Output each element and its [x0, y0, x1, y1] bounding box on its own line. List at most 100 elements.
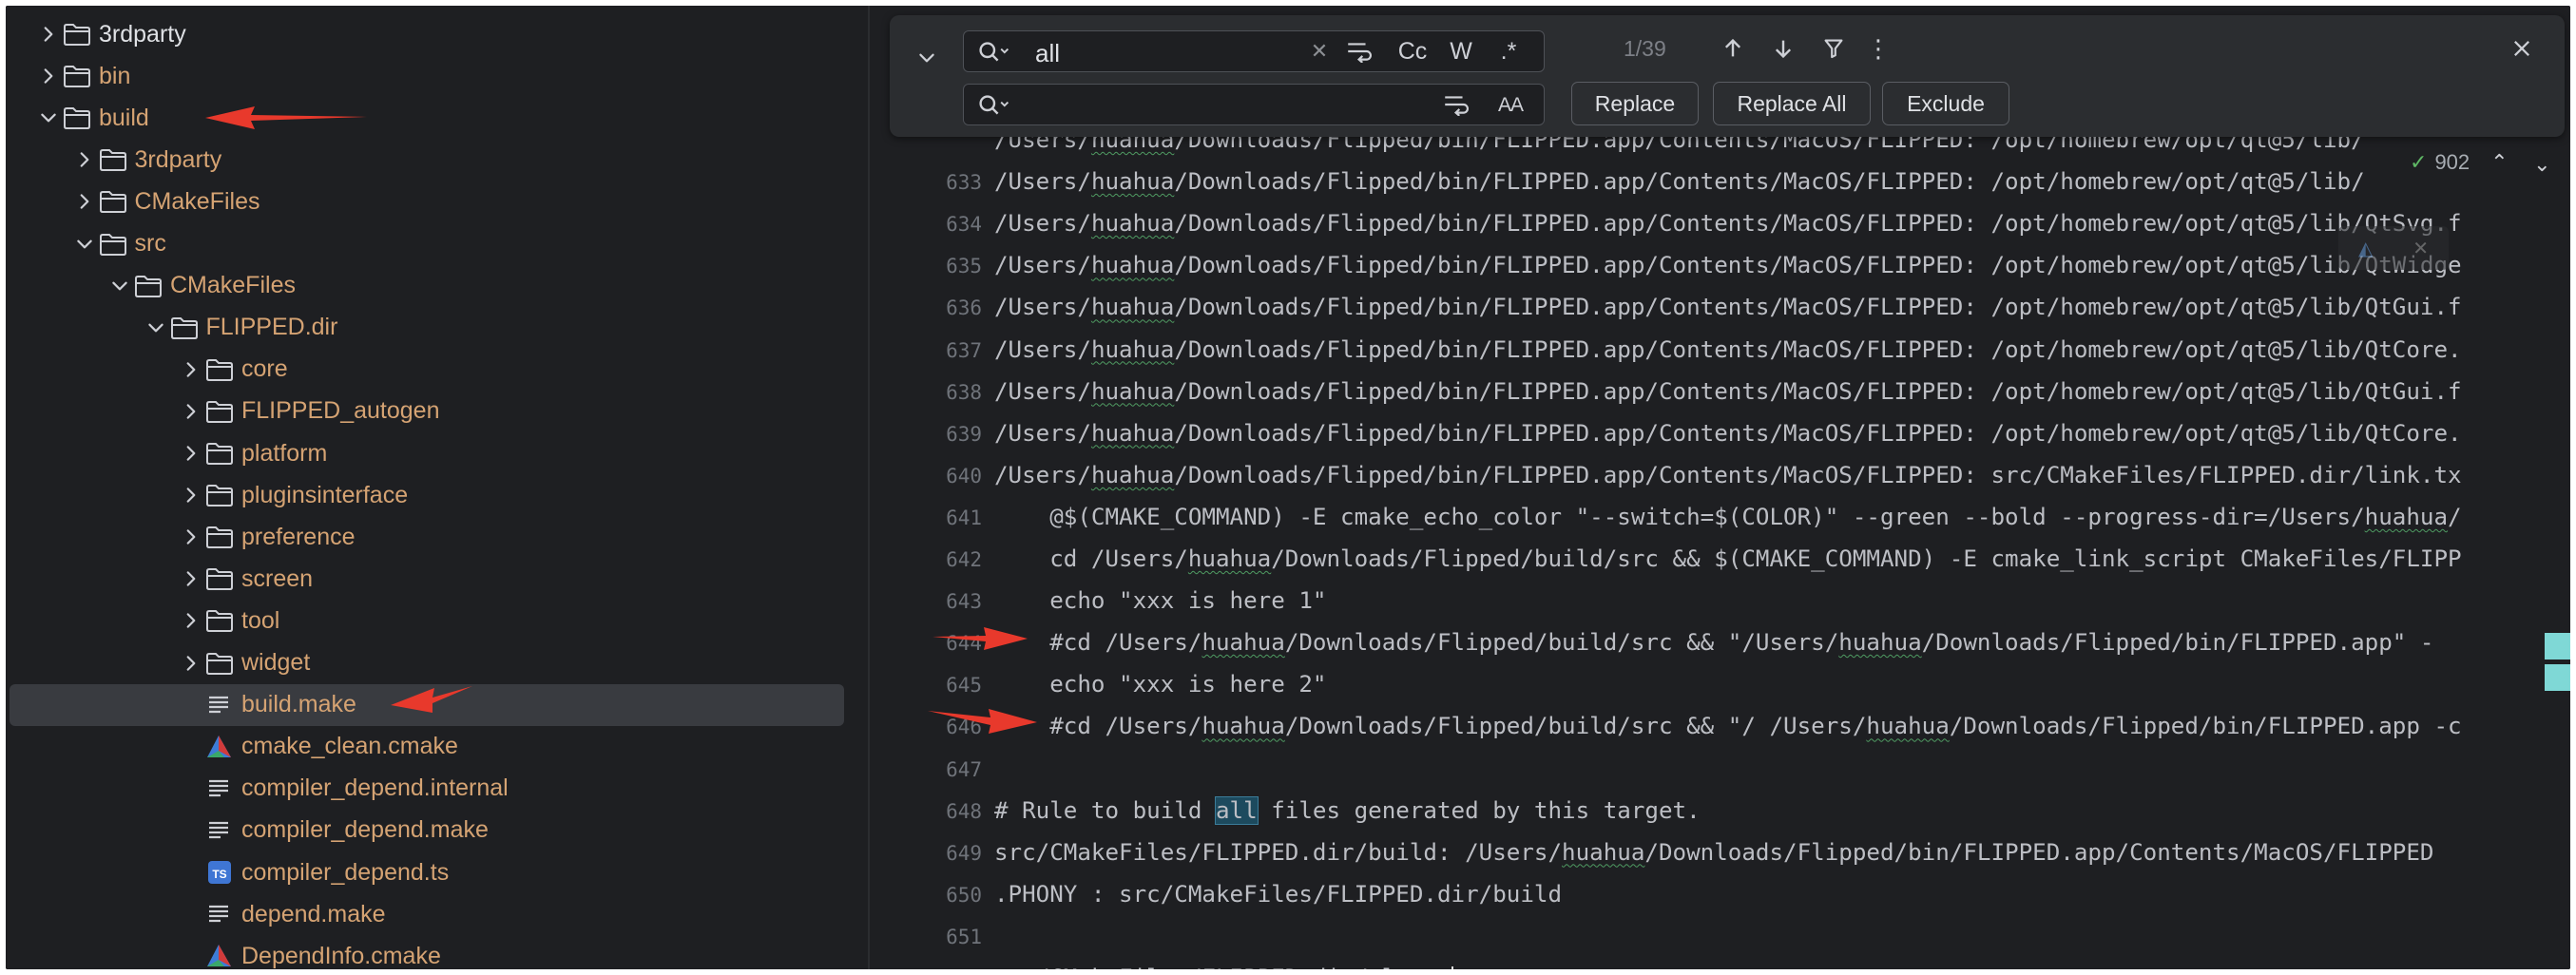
chevron-right-icon[interactable]	[177, 474, 205, 516]
chevron-right-icon[interactable]	[177, 642, 205, 684]
tree-folder-item[interactable]: pluginsinterface	[6, 474, 861, 516]
code-line[interactable]: /Users/huahua/Downloads/Flipped/bin/FLIP…	[994, 462, 2462, 488]
more-options-icon[interactable]: ⋮	[1866, 34, 1891, 63]
next-highlight-icon[interactable]: ⌃	[2533, 150, 2550, 175]
code-text: /Downloads/Flipped/bin/FLIPPED.app/Conte…	[1174, 335, 2462, 363]
tree-folder-item[interactable]: FLIPPED_autogen	[6, 391, 861, 432]
tree-file-item[interactable]: DependInfo.cmake	[6, 935, 861, 969]
code-line[interactable]: echo "xxx is here 1"	[994, 587, 1326, 614]
code-line[interactable]: cd /Users/huahua/Downloads/Flipped/build…	[994, 545, 2461, 572]
code-line[interactable]: /Users/huahua/Downloads/Flipped/bin/FLIP…	[994, 252, 2462, 278]
inspection-widget[interactable]: ✓ 902 ⌃ ⌃	[2410, 150, 2550, 175]
folder-icon	[205, 558, 241, 600]
previous-occurrence-icon[interactable]	[1719, 34, 1747, 63]
chevron-right-icon[interactable]	[34, 13, 63, 55]
text-file-icon	[205, 810, 241, 851]
code-line[interactable]: /Users/huahua/Downloads/Flipped/bin/FLIP…	[994, 420, 2462, 447]
search-field[interactable]: all ✕ Cc W .*	[963, 30, 1545, 72]
new-line-icon[interactable]	[1441, 92, 1470, 117]
close-find-icon[interactable]	[2506, 32, 2538, 65]
chevron-right-icon[interactable]	[177, 432, 205, 474]
chevron-right-icon[interactable]	[177, 600, 205, 641]
scrollbar-mark[interactable]	[2545, 633, 2570, 660]
previous-highlight-icon[interactable]: ⌃	[2490, 150, 2508, 175]
code-line[interactable]: /Users/huahua/Downloads/Flipped/bin/FLIP…	[994, 378, 2462, 405]
chevron-down-icon[interactable]	[142, 307, 170, 349]
new-line-icon[interactable]	[1344, 39, 1373, 64]
tree-file-item[interactable]: compiler_depend.make	[6, 810, 861, 851]
tree-folder-item[interactable]: 3rdparty	[6, 139, 861, 181]
project-tree[interactable]: 3rdparty bin build 3rdparty CMakeFiles src CMa…	[6, 6, 868, 969]
whole-words-toggle[interactable]: W	[1447, 38, 1475, 65]
close-icon[interactable]: ✕	[2413, 237, 2429, 260]
replace-field[interactable]: AA	[963, 84, 1545, 125]
chevron-right-icon[interactable]	[177, 349, 205, 391]
match-case-toggle[interactable]: Cc	[1394, 38, 1432, 65]
code-line[interactable]: /Users/huahua/Downloads/Flipped/bin/FLIP…	[994, 168, 2365, 195]
tree-folder-item[interactable]: CMakeFiles	[6, 181, 861, 222]
chevron-right-icon[interactable]	[70, 139, 99, 181]
chevron-right-icon[interactable]	[177, 516, 205, 558]
code-line[interactable]: src/CMakeFiles/FLIPPED.dir/clean:	[994, 965, 1453, 969]
chevron-right-icon[interactable]	[177, 558, 205, 600]
code-line[interactable]: /Users/huahua/Downloads/Flipped/bin/FLIP…	[994, 336, 2462, 363]
replace-button[interactable]: Replace	[1571, 82, 1699, 125]
tree-folder-item[interactable]: widget	[6, 642, 861, 684]
chevron-right-icon[interactable]	[177, 391, 205, 432]
chevron-down-icon[interactable]	[70, 223, 99, 265]
tree-folder-item[interactable]: platform	[6, 432, 861, 474]
tree-file-item[interactable]: depend.make	[6, 893, 861, 935]
next-occurrence-icon[interactable]	[1769, 34, 1797, 63]
tree-file-item[interactable]: compiler_depend.internal	[6, 768, 861, 810]
code-text: /Downloads/Flipped/bin/FLIPPED.app" -	[1921, 629, 2434, 657]
tree-folder-item[interactable]: 3rdparty	[6, 13, 861, 55]
search-history-icon[interactable]	[975, 39, 1013, 64]
code-text: /Users/	[994, 419, 1091, 447]
typo-underline: huahua	[1090, 377, 1175, 405]
collapse-replace-icon[interactable]	[914, 46, 939, 70]
code-text: /Downloads/Flipped/bin/FLIPPED.app -c	[1949, 713, 2462, 740]
tree-item-label: compiler_depend.internal	[241, 774, 509, 802]
code-editor[interactable]: 633 634 635 636 637 638 639 640 641 642 643 644 645 6…	[870, 6, 2570, 969]
search-match: all	[1215, 795, 1259, 825]
code-text: /Downloads/Flipped/bin/FLIPPED.app/Conte…	[1174, 294, 2462, 321]
typo-underline: huahua	[1201, 713, 1285, 740]
chevron-right-icon[interactable]	[34, 55, 63, 97]
tree-folder-item[interactable]: build	[6, 97, 861, 139]
scrollbar-mark[interactable]	[2545, 664, 2570, 691]
tree-folder-item[interactable]: FLIPPED.dir	[6, 307, 861, 349]
tree-folder-item[interactable]: preference	[6, 516, 861, 558]
chevron-down-icon[interactable]	[106, 265, 134, 307]
tree-folder-item[interactable]: screen	[6, 558, 861, 600]
folder-icon	[205, 516, 241, 558]
code-line[interactable]: # Rule to build all files generated by t…	[994, 795, 1701, 825]
tree-folder-item[interactable]: core	[6, 349, 861, 391]
tree-folder-item[interactable]: CMakeFiles	[6, 265, 861, 307]
preserve-case-icon[interactable]: AA	[1492, 92, 1528, 119]
replace-history-icon[interactable]	[975, 92, 1013, 117]
tree-folder-item[interactable]: tool	[6, 600, 861, 641]
code-line[interactable]: #cd /Users/huahua/Downloads/Flipped/buil…	[994, 629, 2433, 656]
ai-assistant-icon[interactable]: ◭	[2358, 237, 2373, 260]
chevron-right-icon[interactable]	[70, 181, 99, 222]
floating-toolbar[interactable]: ◭ ✕	[2338, 226, 2449, 270]
tree-folder-item[interactable]: bin	[6, 55, 861, 97]
code-line[interactable]: /Users/huahua/Downloads/Flipped/bin/FLIP…	[994, 210, 2462, 237]
code-line[interactable]: src/CMakeFiles/FLIPPED.dir/build: /Users…	[994, 839, 2433, 866]
code-line[interactable]: @$(CMAKE_COMMAND) -E cmake_echo_color "-…	[994, 504, 2461, 530]
regex-toggle[interactable]: .*	[1492, 38, 1525, 65]
code-line[interactable]: /Users/huahua/Downloads/Flipped/bin/FLIP…	[994, 294, 2462, 320]
code-line[interactable]: echo "xxx is here 2"	[994, 671, 1326, 698]
tree-file-item[interactable]: cmake_clean.cmake	[6, 726, 861, 768]
exclude-button[interactable]: Exclude	[1882, 82, 2009, 125]
replace-all-button[interactable]: Replace All	[1713, 82, 1871, 125]
clear-search-icon[interactable]: ✕	[1308, 39, 1331, 63]
annotation-arrow	[932, 627, 1028, 650]
chevron-down-icon[interactable]	[34, 97, 63, 139]
tree-folder-item[interactable]: src	[6, 223, 861, 265]
tree-file-item[interactable]: TS compiler_depend.ts	[6, 851, 861, 893]
code-line[interactable]: .PHONY : src/CMakeFiles/FLIPPED.dir/buil…	[994, 881, 1562, 908]
code-line[interactable]: #cd /Users/huahua/Downloads/Flipped/buil…	[994, 713, 2462, 740]
filter-icon[interactable]	[1819, 34, 1848, 63]
